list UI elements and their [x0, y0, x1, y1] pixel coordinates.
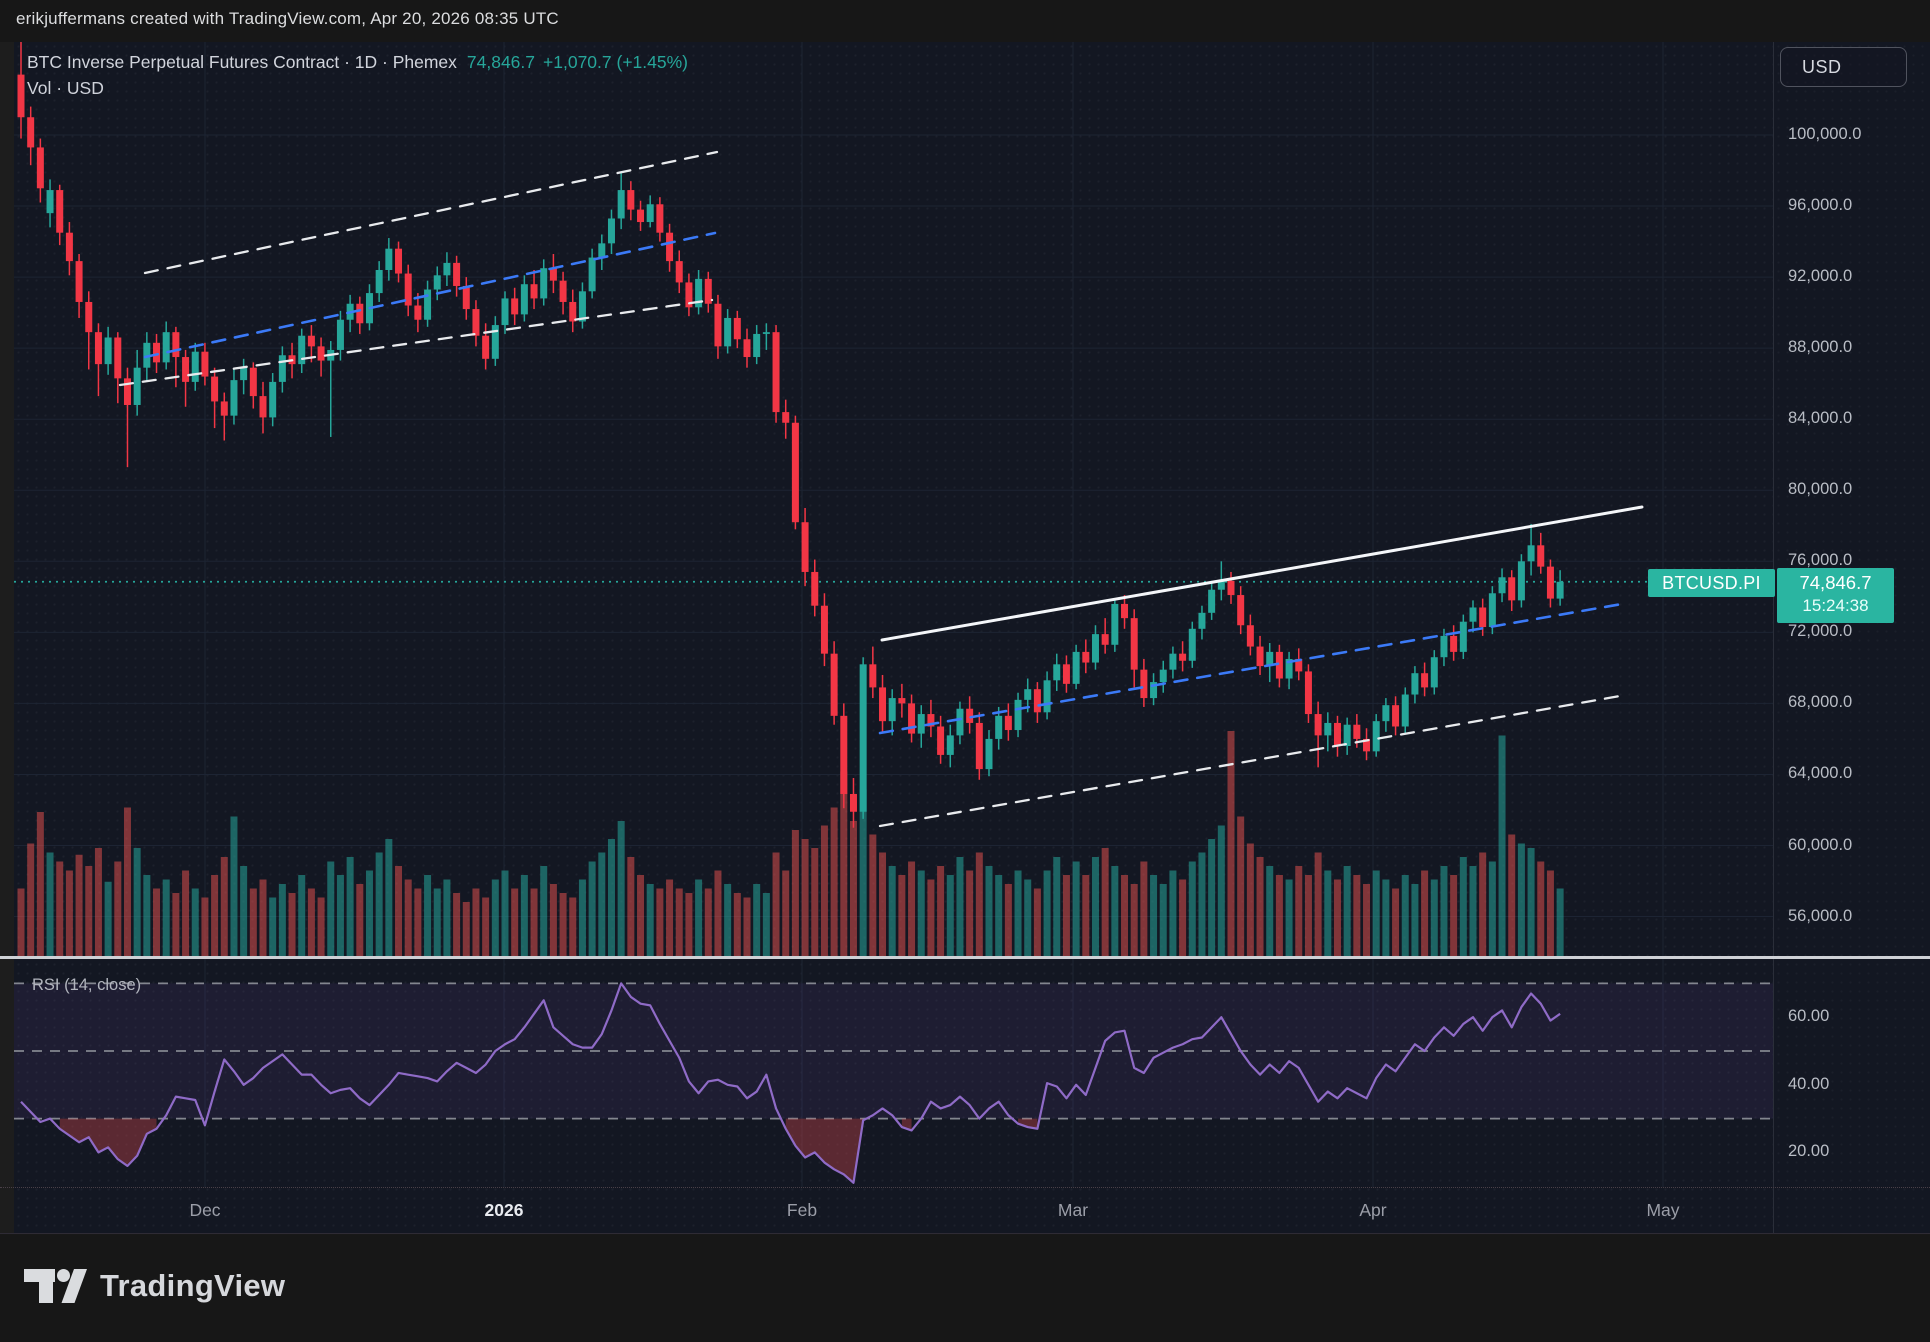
bar-countdown: 15:24:38 — [1777, 594, 1894, 616]
chart-pane[interactable] — [14, 42, 1773, 1234]
time-axis-label-apr[interactable]: Apr — [1359, 1200, 1386, 1221]
attribution-bar: erikjuffermans created with TradingView.… — [0, 0, 1930, 42]
volume-bars-layer — [18, 731, 1564, 956]
bottom-bar: TradingView — [0, 1235, 1930, 1342]
last-price-value: 74,846.7 — [1777, 568, 1894, 594]
time-axis-label-dec[interactable]: Dec — [189, 1200, 220, 1221]
currency-label: USD — [1802, 57, 1842, 78]
tradingview-logo[interactable]: TradingView — [22, 1263, 285, 1309]
rsi-tick-label: 40.00 — [1788, 1075, 1829, 1094]
tradingview-logo-icon — [22, 1263, 88, 1309]
legend-change: +1,070.7 (+1.45%) — [543, 52, 688, 72]
rsi-indicator-legend[interactable]: RSI (14, close) — [32, 976, 141, 995]
pane-separator[interactable] — [0, 956, 1930, 959]
price-tick-label: 96,000.0 — [1788, 196, 1852, 215]
price-tick-label: 84,000.0 — [1788, 409, 1852, 428]
price-line-symbol-tag: BTCUSD.PI — [1648, 569, 1775, 597]
attribution-text: erikjuffermans created with TradingView.… — [16, 9, 559, 29]
time-axis-label-mar[interactable]: Mar — [1058, 1200, 1088, 1221]
volume-indicator-legend[interactable]: Vol · USD — [27, 78, 104, 99]
time-axis-label-may[interactable]: May — [1646, 1200, 1679, 1221]
last-price-tag: 74,846.7 15:24:38 — [1777, 568, 1894, 623]
price-tick-label: 68,000.0 — [1788, 693, 1852, 712]
chart-canvas[interactable] — [14, 42, 1773, 1187]
rsi-tick-label: 60.00 — [1788, 1007, 1829, 1026]
price-tick-label: 72,000.0 — [1788, 622, 1852, 641]
price-tick-label: 100,000.0 — [1788, 125, 1861, 144]
tradingview-logo-text: TradingView — [100, 1268, 285, 1304]
time-axis-label-feb[interactable]: Feb — [787, 1200, 817, 1221]
currency-toggle-button[interactable]: USD — [1780, 47, 1907, 87]
price-tick-label: 64,000.0 — [1788, 764, 1852, 783]
price-tick-label: 60,000.0 — [1788, 836, 1852, 855]
time-axis[interactable]: Dec 2026 Feb Mar Apr May — [0, 1187, 1930, 1234]
candles-layer — [18, 42, 1564, 828]
left-margin — [0, 42, 14, 1234]
price-tick-label: 92,000.0 — [1788, 267, 1852, 286]
price-axis[interactable]: USD 100,000.0 96,000.0 92,000.0 88,000.0 84,… — [1773, 42, 1930, 1234]
price-tick-label: 88,000.0 — [1788, 338, 1852, 357]
trendlines-layer[interactable] — [120, 152, 1642, 826]
symbol-legend[interactable]: BTC Inverse Perpetual Futures Contract ·… — [27, 52, 688, 73]
price-tick-label: 56,000.0 — [1788, 907, 1852, 926]
price-tick-label: 80,000.0 — [1788, 480, 1852, 499]
legend-title[interactable]: BTC Inverse Perpetual Futures Contract ·… — [27, 52, 457, 72]
rsi-tick-label: 20.00 — [1788, 1142, 1829, 1161]
time-axis-label-2026[interactable]: 2026 — [485, 1200, 524, 1221]
tradingview-snapshot: { "attribution": { "text": "erikjufferma… — [0, 0, 1930, 1342]
legend-last-price: 74,846.7 — [467, 52, 535, 72]
rsi-pane-layer — [14, 983, 1773, 1182]
